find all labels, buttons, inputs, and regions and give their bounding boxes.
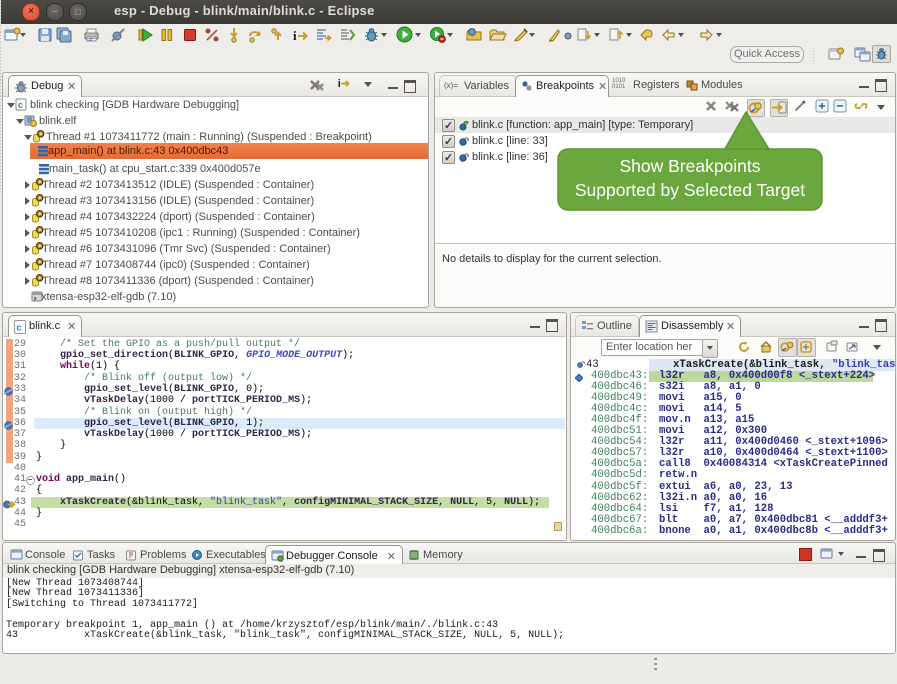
svg-text:Show Breakpoints: Show Breakpoints xyxy=(619,156,760,176)
svg-text:c: c xyxy=(18,100,23,110)
svg-text:i: i xyxy=(293,28,297,43)
svg-text:c: c xyxy=(17,323,22,333)
svg-text:Supported by Selected Target: Supported by Selected Target xyxy=(575,180,805,200)
